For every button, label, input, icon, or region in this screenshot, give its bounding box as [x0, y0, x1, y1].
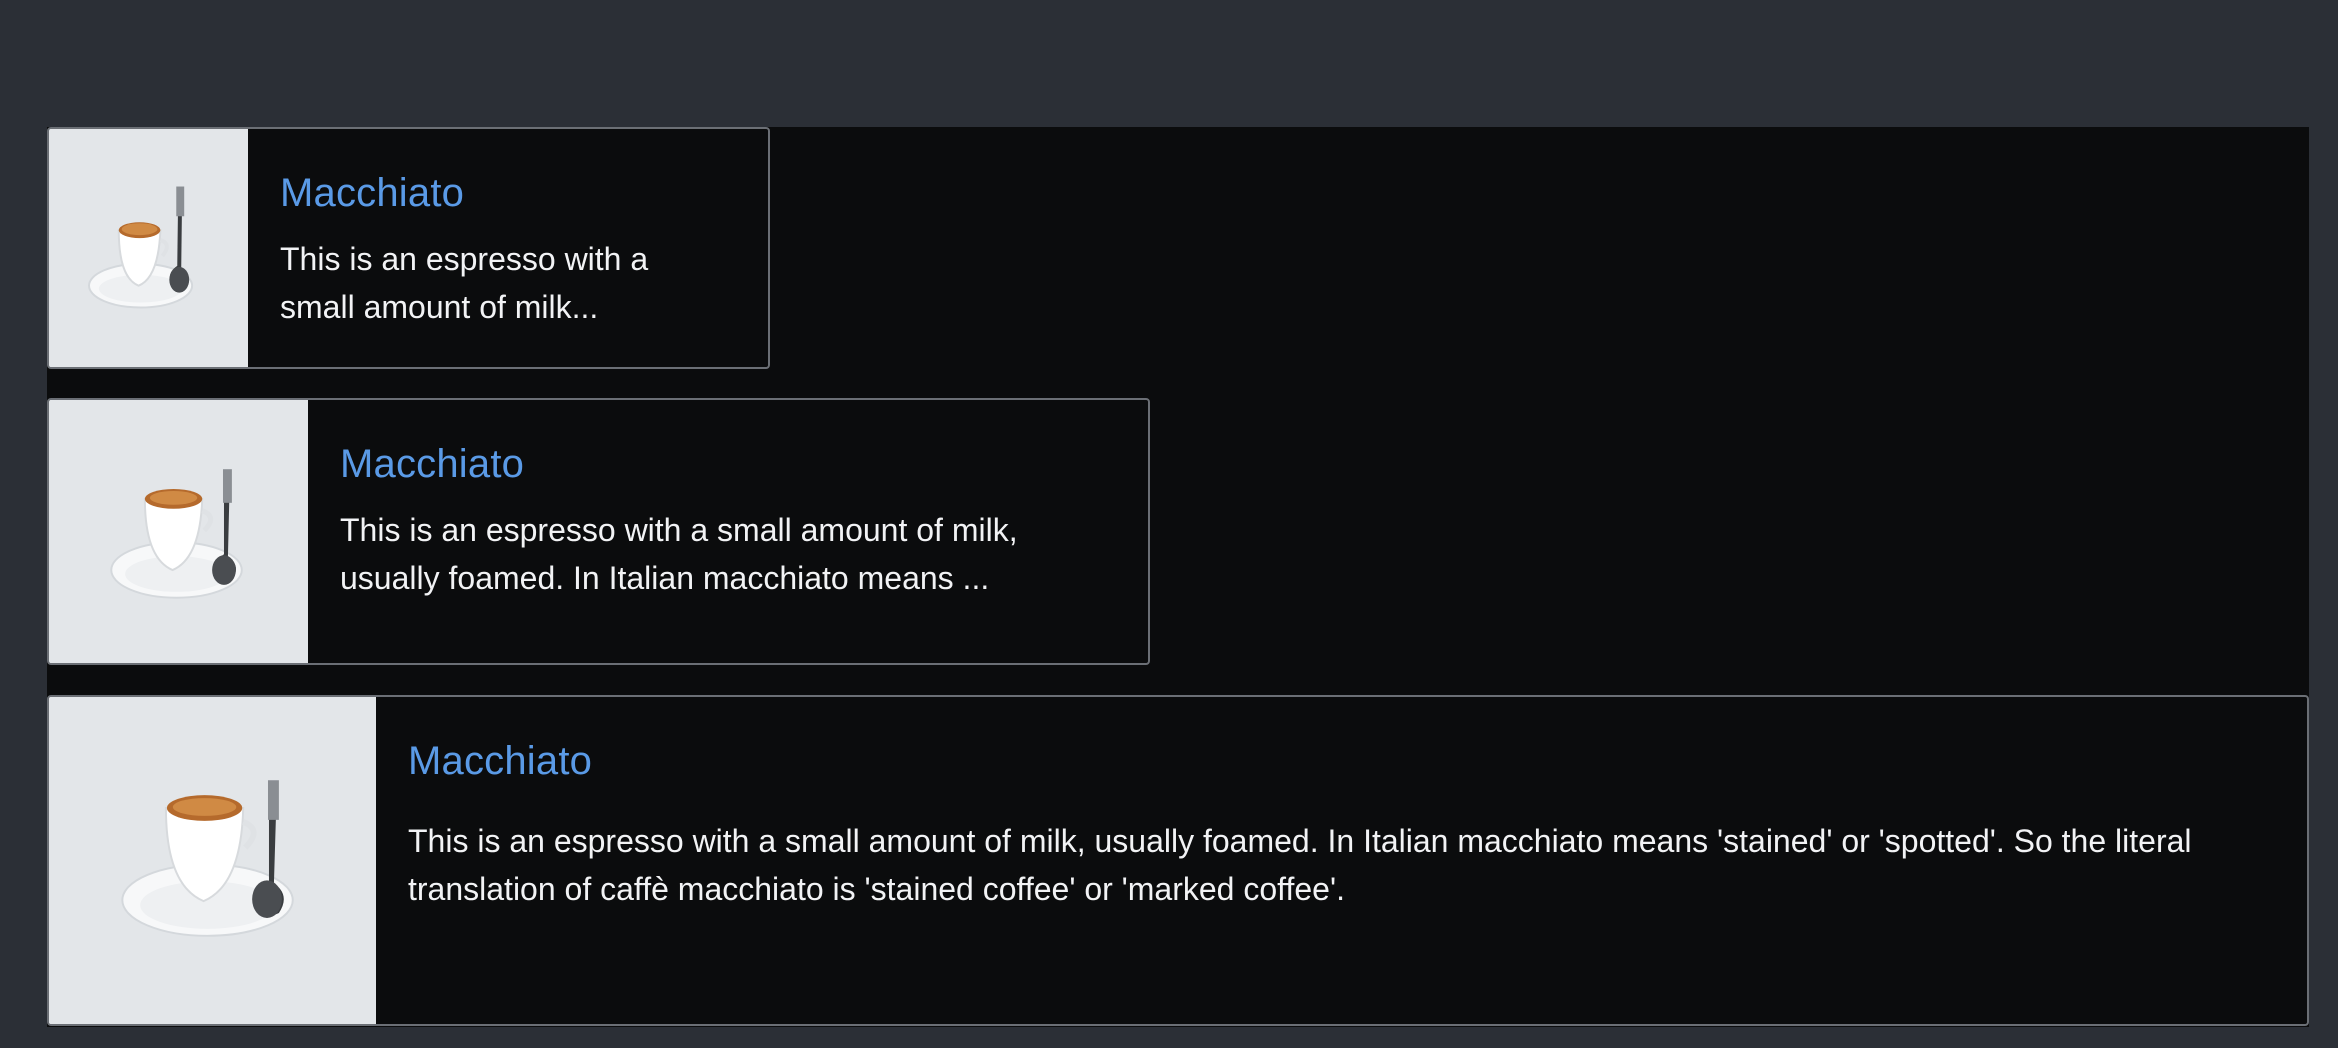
- card-body: Macchiato This is an espresso with a sma…: [376, 697, 2307, 1024]
- card-text: This is an espresso with a small amount …: [280, 241, 649, 325]
- coffee-cup-icon: [49, 129, 248, 367]
- card-title[interactable]: Macchiato: [280, 169, 738, 217]
- coffee-cup-icon: [49, 697, 376, 1024]
- card-body: Macchiato This is an espresso with a sma…: [308, 400, 1148, 663]
- card-title[interactable]: Macchiato: [408, 737, 2288, 785]
- macchiato-card-small[interactable]: Macchiato This is an espresso with a sma…: [47, 127, 770, 369]
- macchiato-card-large[interactable]: Macchiato This is an espresso with a sma…: [47, 695, 2309, 1026]
- card-text: This is an espresso with a small amount …: [408, 823, 2192, 907]
- card-text: This is an espresso with a small amount …: [340, 512, 1018, 596]
- coffee-cup-image: [49, 697, 376, 1024]
- card-title[interactable]: Macchiato: [340, 440, 1108, 488]
- card-body: Macchiato This is an espresso with a sma…: [248, 129, 768, 367]
- coffee-cup-image: [49, 129, 248, 367]
- coffee-cup-image: [49, 400, 308, 663]
- coffee-cup-icon: [49, 400, 308, 663]
- macchiato-card-medium[interactable]: Macchiato This is an espresso with a sma…: [47, 398, 1150, 665]
